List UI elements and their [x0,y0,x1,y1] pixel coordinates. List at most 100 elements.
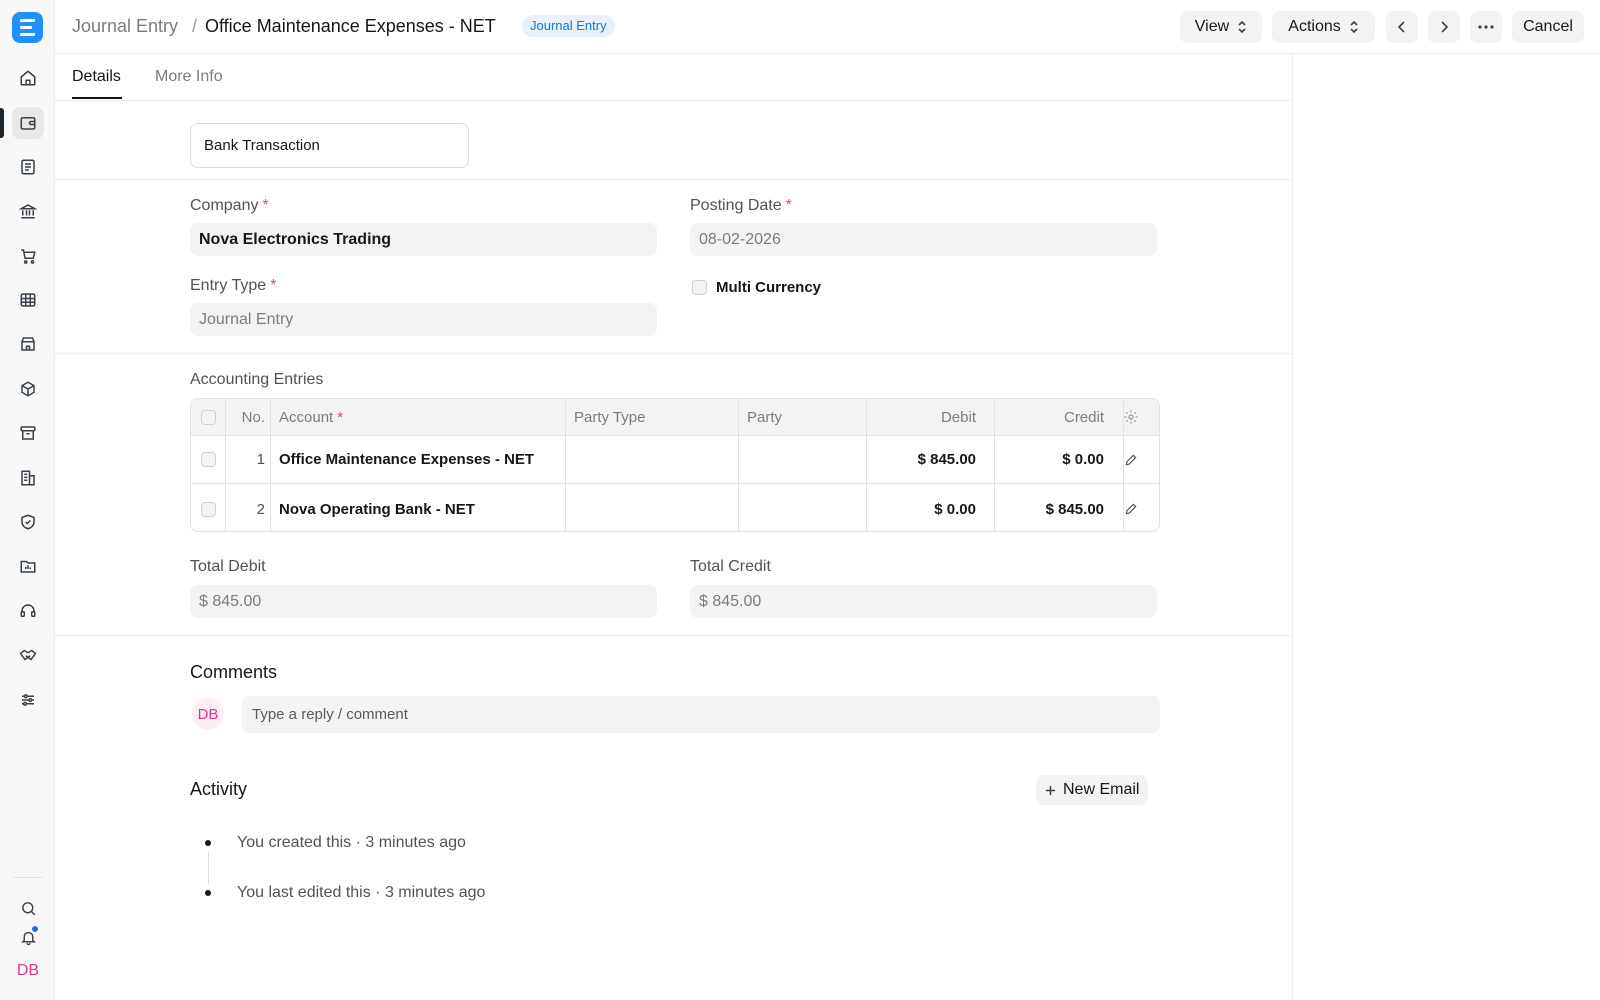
sidebar-item-quality[interactable] [12,506,44,538]
chevron-left-icon [1397,21,1405,33]
page-header: Journal Entry / Office Maintenance Expen… [55,0,1600,54]
voucher-type-field[interactable]: Bank Transaction [190,123,469,168]
sidebar-item-projects[interactable] [12,550,44,582]
more-horizontal-icon [1478,25,1494,29]
breadcrumb-parent-link[interactable]: Journal Entry [72,16,178,37]
edit-row-button[interactable] [1124,485,1138,531]
sidebar-panel-divider [1292,54,1293,1000]
sidebar-item-banking[interactable] [12,195,44,227]
party-type-cell[interactable] [574,485,734,531]
row-select-cell [201,436,216,483]
comment-input[interactable]: Type a reply / comment [242,696,1160,733]
company-label-text: Company [190,197,259,214]
next-doc-button[interactable] [1428,11,1460,43]
sidebar-item-accounting[interactable] [12,107,44,139]
multi-currency-checkbox[interactable] [692,280,707,295]
user-avatar[interactable]: DB [12,955,44,987]
sidebar-item-stock[interactable] [12,373,44,405]
table-row[interactable]: 1 Office Maintenance Expenses - NET $ 84… [191,436,1159,484]
row-checkbox[interactable] [201,501,216,517]
column-header-account: Account * [279,399,343,435]
actions-button[interactable]: Actions [1272,11,1375,43]
sidebar-item-crm[interactable] [12,639,44,671]
account-cell[interactable]: Nova Operating Bank - NET [279,485,475,531]
new-email-button[interactable]: New Email [1036,775,1149,805]
required-mark: * [785,197,792,214]
credit-cell[interactable]: $ 845.00 [995,485,1104,531]
column-divider [738,399,739,531]
previous-doc-button[interactable] [1386,11,1418,43]
page-title: Office Maintenance Expenses - NET [205,16,496,36]
entry-type-field[interactable]: Journal Entry [190,303,657,336]
active-tab-indicator [72,97,122,99]
multi-currency-label: Multi Currency [716,279,822,296]
sidebar-item-settings[interactable] [12,684,44,716]
wallet-icon [20,117,36,130]
cancel-button[interactable]: Cancel [1512,11,1584,43]
entry-type-label: Entry Type * [190,277,276,295]
search-icon [21,901,35,915]
column-divider [1123,399,1124,531]
row-number: 2 [256,500,265,518]
chevron-up-down-icon [1350,20,1358,34]
sidebar-item-buying[interactable] [12,240,44,272]
party-cell[interactable] [747,485,865,531]
company-field[interactable]: Nova Electronics Trading [190,223,657,256]
sidebar-item-assets[interactable] [12,417,44,449]
party-cell[interactable] [747,436,865,483]
sidebar-item-documents[interactable] [12,151,44,183]
notifications-button[interactable] [12,921,44,953]
account-cell[interactable]: Office Maintenance Expenses - NET [279,436,534,483]
row-checkbox[interactable] [201,452,216,467]
cart-icon [21,249,36,264]
activity-item: You last edited this · 3 minutes ago [237,884,486,901]
app-logo[interactable] [12,12,43,43]
posting-date-field[interactable]: 08-02-2026 [690,223,1157,256]
tab-more-info[interactable]: More Info [155,68,223,86]
archive-icon [20,426,36,440]
timeline-line [208,852,209,884]
column-header-debit: Debit [940,408,976,426]
more-options-button[interactable] [1470,11,1502,43]
search-button[interactable] [12,892,44,924]
select-all-checkbox[interactable] [201,409,216,425]
pencil-icon [1125,454,1137,465]
sidebar-item-selling[interactable] [12,328,44,360]
required-mark: * [270,277,277,294]
debit-cell[interactable]: $ 845.00 [866,436,976,483]
table-icon [20,293,36,307]
sidebar-item-home[interactable] [12,62,44,94]
party-type-cell[interactable] [574,436,734,483]
table-header-row: No. Account * Party Type Party Debit Cred… [191,399,1159,436]
column-divider [866,399,867,531]
package-icon [21,381,35,397]
sidebar-item-reports[interactable] [12,284,44,316]
select-all-cell [201,399,216,435]
required-mark: * [337,408,344,426]
sidebar-item-organization[interactable] [12,462,44,494]
buildings-icon [21,470,35,486]
chevron-up-down-icon [1238,20,1246,34]
tab-details[interactable]: Details [72,68,121,86]
activity-title: Activity [190,779,248,799]
accounting-entries-title: Accounting Entries [190,371,324,388]
logo-e-icon [20,19,35,36]
edit-row-button[interactable] [1124,436,1138,483]
credit-cell[interactable]: $ 0.00 [995,436,1104,483]
section-divider [55,353,1292,354]
column-settings-button[interactable] [1123,399,1139,435]
row-number: 1 [256,451,265,468]
entry-type-label-text: Entry Type [190,277,267,294]
table-row[interactable]: 2 Nova Operating Bank - NET $ 0.00 $ 845… [191,485,1159,531]
view-button[interactable]: View [1180,11,1262,43]
comments-title: Comments [190,662,278,682]
actions-button-label: Actions [1288,18,1341,35]
column-header-party-type: Party Type [574,408,646,426]
sidebar-item-support[interactable] [12,595,44,627]
required-mark: * [262,197,269,214]
column-header-party: Party [747,408,783,426]
notification-dot [31,925,39,933]
folder-chart-icon [20,560,36,573]
sidebar-divider [14,877,42,878]
debit-cell[interactable]: $ 0.00 [866,485,976,531]
